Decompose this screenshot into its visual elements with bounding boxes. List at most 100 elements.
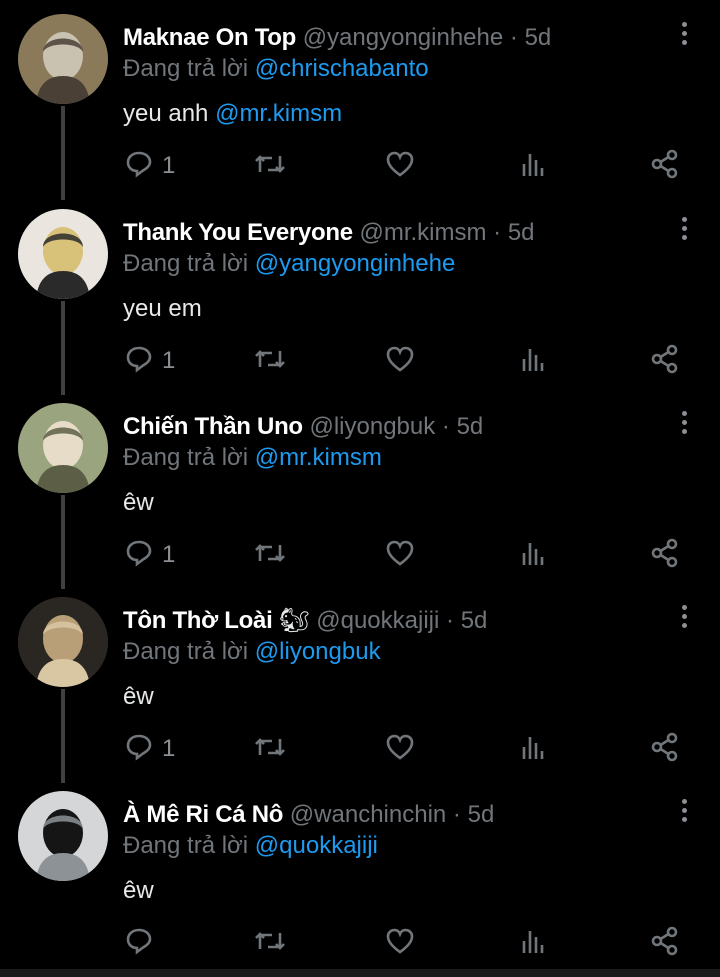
more-options-icon[interactable] (676, 217, 692, 247)
tweet[interactable]: Chiến Thần Uno @liyongbuk · 5d Đang trả … (0, 389, 720, 589)
timestamp: 5d (456, 413, 484, 440)
more-options-icon[interactable] (676, 799, 692, 829)
more-options-icon[interactable] (676, 411, 692, 441)
tweet-text: yeu em (123, 292, 202, 326)
speech-bubble-icon (124, 732, 154, 767)
retweet-button[interactable] (254, 341, 286, 381)
reply-count: 1 (162, 541, 176, 568)
tweet-header: Tôn Thờ Loài 🐿 @quokkajiji · 5d (123, 603, 660, 639)
share-button[interactable] (650, 923, 680, 963)
retweet-icon (254, 344, 286, 379)
retweet-icon (254, 732, 286, 767)
retweet-button[interactable] (254, 535, 286, 575)
reply-count: 1 (162, 735, 176, 762)
tweet[interactable]: À Mê Ri Cá Nô @wanchinchin · 5d Đang trả… (0, 777, 720, 971)
like-button[interactable] (385, 923, 415, 963)
retweet-button[interactable] (254, 923, 286, 963)
retweet-icon (254, 926, 286, 961)
tweet[interactable]: Tôn Thờ Loài 🐿 @quokkajiji · 5d Đang trả… (0, 583, 720, 783)
avatar[interactable] (18, 209, 108, 299)
reply-prefix: Đang trả lời (123, 55, 249, 82)
text-mention-link[interactable]: @mr.kimsm (215, 100, 342, 127)
share-icon (650, 538, 680, 573)
reply-button[interactable]: 1 (124, 341, 175, 381)
reply-thread: Maknae On Top @yangyonginhehe · 5d Đang … (0, 0, 720, 977)
display-name[interactable]: Maknae On Top (123, 24, 296, 51)
like-button[interactable] (385, 341, 415, 381)
reply-button[interactable]: 1 (124, 535, 175, 575)
display-name[interactable]: Thank You Everyone (123, 219, 353, 246)
views-button[interactable] (518, 729, 548, 769)
reply-button[interactable]: 1 (124, 146, 175, 186)
reply-prefix: Đang trả lời (123, 832, 249, 859)
avatar[interactable] (18, 791, 108, 881)
tweet-text-body: yeu anh (123, 100, 216, 127)
tweet-text-body: êw (123, 683, 154, 710)
views-button[interactable] (518, 341, 548, 381)
like-button[interactable] (385, 729, 415, 769)
separator-dot: · (446, 607, 455, 634)
reply-prefix: Đang trả lời (123, 250, 249, 277)
reply-context: Đang trả lời @liyongbuk (123, 635, 381, 669)
avatar[interactable] (18, 14, 108, 104)
tweet-header: Maknae On Top @yangyonginhehe · 5d (123, 20, 660, 56)
avatar[interactable] (18, 597, 108, 687)
like-button[interactable] (385, 146, 415, 186)
retweet-button[interactable] (254, 729, 286, 769)
retweet-button[interactable] (254, 146, 286, 186)
tweet-text-body: êw (123, 489, 154, 516)
reply-count: 1 (162, 347, 176, 374)
display-name[interactable]: Chiến Thần Uno (123, 413, 303, 440)
share-icon (650, 149, 680, 184)
tweet-actions: 1 (0, 341, 720, 381)
reply-to-mention-link[interactable]: @mr.kimsm (255, 444, 382, 471)
reply-to-mention-link[interactable]: @liyongbuk (255, 638, 381, 665)
user-handle[interactable]: @quokkajiji (316, 607, 439, 634)
tweet[interactable]: Thank You Everyone @mr.kimsm · 5d Đang t… (0, 195, 720, 395)
user-handle[interactable]: @mr.kimsm (359, 219, 486, 246)
tweet-text: yeu anh @mr.kimsm (123, 97, 342, 131)
views-button[interactable] (518, 535, 548, 575)
heart-icon (385, 926, 415, 961)
share-button[interactable] (650, 146, 680, 186)
reply-prefix: Đang trả lời (123, 444, 249, 471)
reply-button[interactable] (124, 923, 162, 963)
reply-context: Đang trả lời @yangyonginhehe (123, 247, 455, 281)
more-options-icon[interactable] (676, 605, 692, 635)
reply-to-mention-link[interactable]: @yangyonginhehe (255, 250, 456, 277)
more-options-icon[interactable] (676, 22, 692, 52)
like-button[interactable] (385, 535, 415, 575)
bar-chart-icon (518, 926, 548, 961)
tweet-text: êw (123, 874, 154, 908)
separator-dot: · (452, 801, 461, 828)
timestamp: 5d (460, 607, 488, 634)
heart-icon (385, 538, 415, 573)
speech-bubble-icon (124, 926, 154, 961)
timestamp: 5d (467, 801, 495, 828)
reply-button[interactable]: 1 (124, 729, 175, 769)
share-button[interactable] (650, 535, 680, 575)
bar-chart-icon (518, 538, 548, 573)
share-button[interactable] (650, 341, 680, 381)
views-button[interactable] (518, 146, 548, 186)
share-button[interactable] (650, 729, 680, 769)
avatar[interactable] (18, 403, 108, 493)
retweet-icon (254, 538, 286, 573)
share-icon (650, 926, 680, 961)
user-handle[interactable]: @liyongbuk (309, 413, 435, 440)
tweet-text: êw (123, 486, 154, 520)
reply-to-mention-link[interactable]: @quokkajiji (255, 832, 378, 859)
share-icon (650, 344, 680, 379)
timestamp: 5d (507, 219, 535, 246)
tweet-text-body: êw (123, 877, 154, 904)
reply-to-mention-link[interactable]: @chrischabanto (255, 55, 429, 82)
bar-chart-icon (518, 344, 548, 379)
tweet[interactable]: Maknae On Top @yangyonginhehe · 5d Đang … (0, 0, 720, 200)
views-button[interactable] (518, 923, 548, 963)
user-handle[interactable]: @wanchinchin (290, 801, 446, 828)
user-handle[interactable]: @yangyonginhehe (303, 24, 504, 51)
display-name[interactable]: À Mê Ri Cá Nô (123, 801, 283, 828)
separator-dot: · (441, 413, 450, 440)
display-name[interactable]: Tôn Thờ Loài (123, 607, 273, 634)
heart-icon (385, 344, 415, 379)
